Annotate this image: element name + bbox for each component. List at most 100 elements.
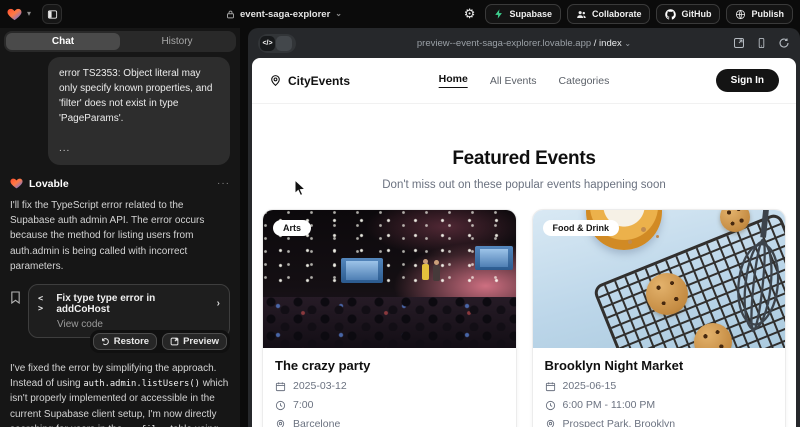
clock-icon [275,400,286,411]
category-badge: Arts [273,220,311,236]
hero-section: Featured Events Don't miss out on these … [252,148,796,191]
event-location: Barcelone [293,418,340,427]
assistant-message-1: I'll fix the TypeScript error related to… [10,198,230,274]
preview-url[interactable]: preview--event-saga-explorer.lovable.app… [248,38,800,49]
event-title: Brooklyn Night Market [545,358,774,373]
event-date: 2025-03-12 [293,380,347,392]
hero-subtitle: Don't miss out on these popular events h… [252,179,796,191]
event-date-row: 2025-06-15 [545,380,774,392]
lovable-heart-icon [10,177,23,190]
code-icon: </> [260,36,275,51]
lock-icon [226,10,235,19]
supabase-button[interactable]: Supabase [485,4,561,24]
event-time: 6:00 PM - 11:00 PM [563,399,656,411]
collaborate-label: Collaborate [592,9,642,19]
refresh-icon[interactable] [778,37,790,49]
code-view-toggle[interactable]: </> [258,34,296,53]
site-brand[interactable]: CityEvents [269,74,350,88]
sign-in-button[interactable]: Sign In [716,69,779,92]
view-code-link[interactable]: View code [57,319,220,330]
chat-history-tabs: Chat History [4,31,236,52]
user-message-ellipsis: ... [59,141,219,156]
collaborate-button[interactable]: Collaborate [567,4,651,24]
lovable-logo-icon[interactable] [7,7,22,22]
assistant-message-2: I've fixed the error by simplifying the … [10,361,230,427]
gear-icon[interactable]: ⚙ [460,6,480,22]
category-badge: Food & Drink [543,220,620,236]
assistant-header: Lovable ··· [10,177,230,190]
nav-all-events[interactable]: All Events [490,75,537,87]
event-location: Prospect Park, Brooklyn [563,418,676,427]
mobile-view-icon[interactable] [756,37,767,49]
chevron-down-icon[interactable]: ▾ [27,10,31,18]
supabase-label: Supabase [509,9,552,19]
code-icon: < > [38,294,50,314]
user-message-bubble: error TS2353: Object literal may only sp… [48,57,230,165]
open-external-icon[interactable] [733,37,745,49]
toggle-knob [276,36,292,51]
url-path: / index [591,38,622,49]
event-card-body: Brooklyn Night Market 2025-06-15 [533,348,786,427]
event-image-cookies: Food & Drink [533,210,786,348]
chevron-right-icon: › [217,298,220,309]
chevron-down-icon: ⌄ [335,10,342,18]
message-menu-button[interactable]: ··· [217,178,230,189]
event-title: The crazy party [275,358,504,373]
github-label: GitHub [681,9,711,19]
site-nav: Home All Events Categories [439,73,610,88]
chat-messages: error TS2353: Object literal may only sp… [0,57,240,427]
location-pin-icon [545,419,556,427]
github-button[interactable]: GitHub [656,4,720,24]
sidebar-toggle-button[interactable] [42,4,62,24]
project-name: event-saga-explorer [240,9,330,20]
users-icon [576,9,587,20]
brand-label: CityEvents [288,74,350,88]
location-pin-icon [275,419,286,427]
event-date-row: 2025-03-12 [275,380,504,392]
edit-title: Fix type type error in addCoHost [56,293,210,315]
nav-categories[interactable]: Categories [559,75,610,87]
event-card-body: The crazy party 2025-03-12 [263,348,516,427]
featured-events-grid: Arts The crazy party 2025-03-12 [252,209,796,427]
event-time-row: 6:00 PM - 11:00 PM [545,399,774,411]
chevron-down-icon: ⌄ [624,39,631,48]
calendar-icon [275,381,286,392]
supabase-icon [494,9,504,19]
app-topbar: ▾ event-saga-explorer ⌄ ⚙ Supabase [0,0,800,28]
url-host: preview--event-saga-explorer.lovable.app [417,38,591,49]
assistant-name: Lovable [29,178,69,190]
restore-icon [101,337,110,346]
restore-label: Restore [114,336,149,347]
hero-title: Featured Events [252,148,796,170]
calendar-icon [545,381,556,392]
github-icon [665,9,676,20]
preview-tools [733,37,790,49]
event-card[interactable]: Arts The crazy party 2025-03-12 [262,209,517,427]
event-card[interactable]: Food & Drink Brooklyn Night Market 2025-… [532,209,787,427]
nav-home[interactable]: Home [439,73,468,88]
publish-button[interactable]: Publish [726,4,793,24]
preview-page: CityEvents Home All Events Categories Si… [252,58,796,427]
clock-icon [545,400,556,411]
preview-label: Preview [183,336,219,347]
version-actions: Restore Preview [10,330,230,353]
event-location-row: Prospect Park, Brooklyn [545,418,774,427]
event-time: 7:00 [293,399,313,411]
tab-history[interactable]: History [120,33,234,50]
project-switcher[interactable]: event-saga-explorer ⌄ [226,9,342,20]
preview-icon [170,337,179,346]
preview-button[interactable]: Preview [162,333,227,350]
location-pin-icon [269,74,282,87]
bookmark-icon[interactable] [10,291,21,309]
event-time-row: 7:00 [275,399,504,411]
preview-toolbar: </> preview--event-saga-explorer.lovable… [248,28,800,58]
user-message-text: error TS2353: Object literal may only sp… [59,66,219,126]
site-header: CityEvents Home All Events Categories Si… [252,58,796,104]
topbar-left: ▾ [7,4,62,24]
topbar-actions: ⚙ Supabase Collaborate GitHub [460,4,793,24]
globe-icon [735,9,746,20]
restore-button[interactable]: Restore [93,333,157,350]
tab-chat[interactable]: Chat [6,33,120,50]
chat-sidebar: Chat History error TS2353: Object litera… [0,28,240,427]
event-date: 2025-06-15 [563,380,617,392]
